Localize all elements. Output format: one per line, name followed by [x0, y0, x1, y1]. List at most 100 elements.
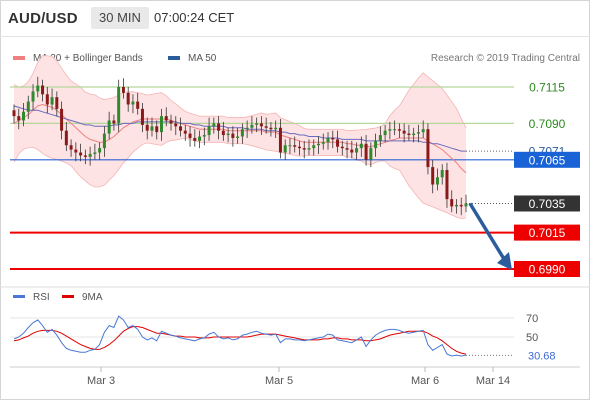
candle-body — [179, 126, 183, 131]
candle-body — [259, 123, 263, 127]
candle-body — [278, 127, 282, 153]
candle-body — [202, 135, 206, 137]
candle-body — [22, 111, 26, 121]
candle-body — [183, 130, 187, 134]
candle-body — [79, 152, 83, 156]
candle-body — [12, 110, 16, 117]
candle-body — [312, 145, 316, 149]
candle-body — [274, 127, 278, 130]
candle-body — [369, 148, 373, 160]
candle-body — [188, 133, 192, 138]
candle-body — [388, 129, 392, 131]
legend-rsi-swatch — [13, 295, 25, 298]
price-tag-label: 0.7015 — [529, 226, 566, 240]
price-tag-label: 0.7035 — [529, 197, 566, 211]
candle-body — [412, 133, 416, 136]
candle-body — [193, 137, 197, 141]
rsi-9ma-line — [13, 326, 467, 355]
candle-body — [121, 87, 125, 93]
candle-body — [226, 133, 230, 136]
candle-body — [174, 123, 178, 127]
legend-rsi-label: RSI — [33, 292, 50, 303]
candle-body — [464, 203, 468, 207]
bollinger-band-area — [14, 55, 466, 219]
price-chart: MA 20 + Bollinger Bands MA 50 Research ©… — [0, 53, 590, 387]
candle-body — [350, 149, 354, 153]
candle-body — [454, 204, 458, 207]
candle-body — [293, 145, 297, 147]
price-tag-0.7115: 0.7115 — [529, 81, 565, 95]
candle-body — [250, 124, 254, 128]
candle-body — [136, 101, 140, 109]
price-tag-0.7015: 0.7015 — [514, 224, 580, 241]
legend-ma50-swatch — [168, 56, 180, 60]
candle-body — [440, 169, 444, 178]
candle-body — [245, 127, 249, 130]
candle-body — [169, 120, 173, 124]
candle-body — [212, 123, 216, 127]
candle-body — [459, 204, 463, 207]
rsi-level-label: 70 — [526, 313, 538, 325]
candle-body — [98, 148, 102, 153]
candle-body — [150, 126, 154, 131]
candle-body — [107, 120, 111, 134]
price-tags: 0.71150.70900.70710.70650.70350.70150.69… — [514, 81, 580, 277]
price-tag-label: 0.7065 — [529, 153, 566, 167]
candle-body — [140, 108, 144, 125]
candle-body — [307, 148, 311, 150]
candle-body — [421, 129, 425, 133]
x-tick-label: Mar 6 — [411, 375, 439, 387]
price-tag-label: 0.7115 — [529, 81, 565, 95]
candle-body — [231, 133, 235, 138]
candle-body — [359, 143, 363, 149]
candle-body — [217, 123, 221, 131]
candle-body — [326, 137, 330, 143]
candle-body — [69, 145, 73, 150]
price-tag-label: 0.7090 — [529, 117, 566, 131]
projection-arrow-shaft — [468, 202, 506, 260]
candle-body — [64, 130, 68, 146]
rsi-indicator: 70 50 30.68 — [10, 313, 556, 362]
bollinger-band — [13, 55, 467, 220]
price-tag-0.7090: 0.7090 — [529, 117, 566, 131]
candle-body — [26, 101, 30, 112]
candle-body — [207, 126, 211, 136]
candle-body — [393, 129, 397, 131]
candle-body — [445, 169, 449, 200]
candle-body — [426, 129, 430, 168]
candle-body — [240, 129, 244, 137]
candle-body — [336, 139, 340, 147]
candle-body — [126, 92, 130, 105]
candle-body — [355, 148, 359, 153]
candle-body — [31, 91, 35, 102]
candle-body — [55, 97, 59, 109]
candle-body — [93, 152, 97, 154]
candle-body — [321, 142, 325, 144]
candle-body — [60, 108, 64, 131]
legend-9ma-label: 9MA — [82, 292, 103, 303]
candle-body — [50, 97, 54, 105]
price-tag-0.6990: 0.6990 — [514, 261, 580, 277]
legend-9ma-swatch — [62, 295, 74, 298]
price-tag-0.7065: 0.7065 — [514, 151, 580, 168]
candle-body — [145, 124, 149, 131]
candle-body — [402, 130, 406, 134]
rsi-last-label: 30.68 — [528, 350, 556, 362]
candle-body — [198, 136, 202, 141]
candle-body — [407, 133, 411, 136]
research-credit: Research © 2019 Trading Central — [431, 53, 580, 64]
candle-body — [450, 199, 454, 207]
projection-arrow — [468, 202, 512, 270]
candle-body — [255, 123, 259, 125]
candle-body — [364, 143, 368, 160]
candle-body — [36, 85, 40, 92]
candle-body — [236, 136, 240, 138]
candle-body — [88, 153, 92, 157]
candle-body — [264, 126, 268, 128]
candle-body — [112, 120, 116, 124]
legend-ma20-swatch — [13, 56, 25, 60]
candle-body — [283, 145, 287, 153]
candle-body — [17, 116, 21, 121]
candle-body — [297, 146, 301, 149]
candle-body — [345, 148, 349, 150]
